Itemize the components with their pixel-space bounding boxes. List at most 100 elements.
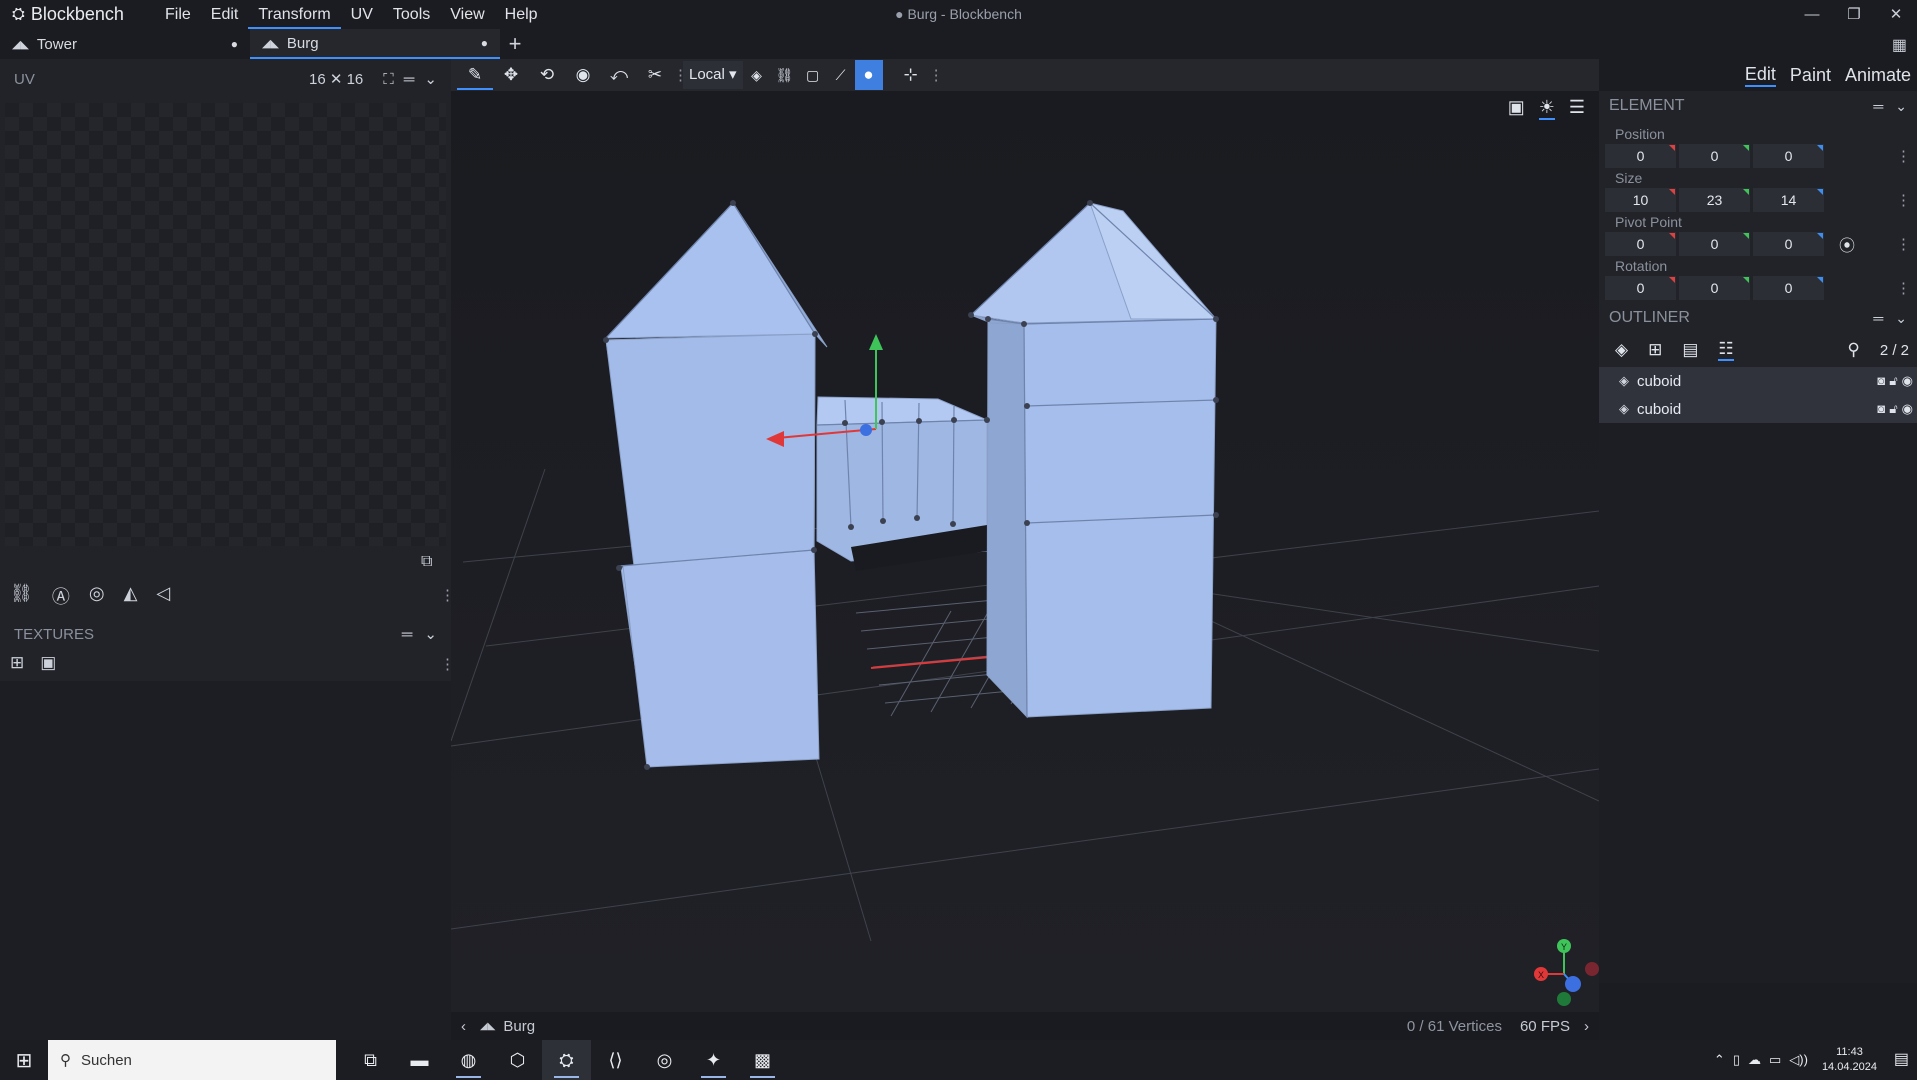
- screenshot-icon[interactable]: ▣: [1508, 97, 1525, 120]
- menu-help[interactable]: Help: [495, 0, 548, 29]
- chrome-icon[interactable]: ◍: [444, 1040, 493, 1080]
- add-cube-icon[interactable]: ⊞: [1648, 340, 1662, 360]
- search-icon[interactable]: ⚲: [1847, 340, 1859, 360]
- new-tab-button[interactable]: +: [500, 29, 530, 59]
- chevron-right-icon[interactable]: ›: [1584, 1018, 1589, 1035]
- axis-neg-x-handle[interactable]: [1585, 962, 1599, 976]
- outliner-item[interactable]: ◈ cuboid ◙ 🔓︎ ◉: [1599, 367, 1917, 395]
- notification-icon[interactable]: ▤: [1894, 1049, 1909, 1069]
- link-icon[interactable]: ⛓: [10, 583, 33, 609]
- position-z-input[interactable]: 0: [1753, 144, 1824, 168]
- panel-menu-icon[interactable]: ═: [402, 626, 413, 643]
- rotation-z-input[interactable]: 0: [1753, 276, 1824, 300]
- menu-edit[interactable]: Edit: [201, 0, 249, 29]
- position-y-input[interactable]: 0: [1679, 144, 1750, 168]
- device-icon[interactable]: ▯: [1733, 1052, 1740, 1068]
- mode-paint[interactable]: Paint: [1790, 65, 1831, 86]
- mode-animate[interactable]: Animate: [1845, 65, 1911, 86]
- size-y-input[interactable]: 23: [1679, 188, 1750, 212]
- face-mode-icon[interactable]: ▢: [799, 60, 827, 90]
- import-texture-icon[interactable]: ▣: [40, 653, 56, 673]
- blockbench-icon[interactable]: ⛭: [542, 1040, 591, 1080]
- steam-icon[interactable]: ◎: [640, 1040, 689, 1080]
- center-icon[interactable]: ⊹: [893, 60, 929, 90]
- vscode-icon[interactable]: ⟨⟩: [591, 1040, 640, 1080]
- panel-menu-icon[interactable]: ═: [1873, 310, 1883, 326]
- camera-icon[interactable]: ◙: [1877, 373, 1885, 389]
- game-launcher-icon[interactable]: ▩: [738, 1040, 787, 1080]
- toggle-options-icon[interactable]: ☷: [1718, 339, 1734, 361]
- volume-icon[interactable]: ◁)): [1789, 1052, 1808, 1068]
- chevron-down-icon[interactable]: ⌄: [1895, 98, 1907, 115]
- center-pivot-icon[interactable]: ⦿: [1839, 232, 1855, 256]
- size-z-input[interactable]: 14: [1753, 188, 1824, 212]
- menu-uv[interactable]: UV: [341, 0, 383, 29]
- app-logo[interactable]: ⛭ Blockbench: [0, 4, 155, 25]
- object-mode-icon[interactable]: ◈: [743, 60, 771, 90]
- axis-neg-y-handle[interactable]: [1557, 992, 1571, 1006]
- rotate-icon[interactable]: ⟲: [529, 60, 565, 90]
- vertex-snap-icon[interactable]: ⤺: [601, 60, 637, 90]
- pivot-x-input[interactable]: 0: [1605, 232, 1676, 256]
- panel-menu-icon[interactable]: ═: [1873, 98, 1883, 114]
- add-mesh-icon[interactable]: ◈: [1615, 340, 1628, 360]
- lighting-icon[interactable]: ☀: [1538, 97, 1555, 120]
- more-options-icon[interactable]: ⋮: [1896, 147, 1911, 165]
- camera-icon[interactable]: ◙: [1877, 401, 1885, 417]
- size-x-input[interactable]: 10: [1605, 188, 1676, 212]
- chevron-down-icon[interactable]: ⌄: [1895, 310, 1907, 327]
- tab-burg[interactable]: ◢◣ Burg ●: [250, 29, 500, 59]
- scissors-icon[interactable]: ✂: [637, 60, 673, 90]
- game-icon[interactable]: ✦: [689, 1040, 738, 1080]
- menu-file[interactable]: File: [155, 0, 201, 29]
- axis-z-handle[interactable]: [1565, 976, 1581, 992]
- 3d-viewport[interactable]: Y X ▣ ☀ ☰: [451, 91, 1599, 1012]
- rotation-y-input[interactable]: 0: [1679, 276, 1750, 300]
- mirror-y-icon[interactable]: ◁: [156, 583, 170, 609]
- eye-icon[interactable]: ◉: [1902, 373, 1913, 389]
- chevron-left-icon[interactable]: ‹: [461, 1018, 466, 1035]
- more-options-icon[interactable]: ⋮: [1896, 235, 1911, 253]
- panels-grid-icon[interactable]: ▦: [1892, 35, 1907, 55]
- pivot-icon[interactable]: ◉: [565, 60, 601, 90]
- mirror-x-icon[interactable]: ◭: [124, 583, 138, 609]
- chevron-up-icon[interactable]: ⌃: [1714, 1052, 1725, 1068]
- lock-icon[interactable]: 🔓︎: [1889, 401, 1897, 417]
- link-mode-icon[interactable]: ⛓: [771, 60, 799, 90]
- unity-icon[interactable]: ⬡: [493, 1040, 542, 1080]
- lock-icon[interactable]: 🔓︎: [1889, 373, 1897, 389]
- unsaved-dot[interactable]: ●: [231, 37, 238, 51]
- chevron-down-icon[interactable]: ⌄: [424, 625, 437, 643]
- menu-tools[interactable]: Tools: [383, 0, 440, 29]
- vertex-mode-icon[interactable]: ●: [854, 60, 883, 90]
- more-options-icon[interactable]: ⋮: [1896, 279, 1911, 297]
- close-button[interactable]: ✕: [1875, 0, 1917, 29]
- transform-space-select[interactable]: Local ▾: [683, 61, 743, 89]
- file-explorer-icon[interactable]: ▬: [395, 1040, 444, 1080]
- add-texture-icon[interactable]: ⊞: [10, 653, 24, 673]
- focus-icon[interactable]: ◎: [89, 583, 105, 609]
- windows-start-icon[interactable]: ⊞: [0, 1048, 48, 1073]
- rotation-x-input[interactable]: 0: [1605, 276, 1676, 300]
- uv-copy-paste-icon[interactable]: ⧉: [421, 553, 432, 571]
- position-x-input[interactable]: 0: [1605, 144, 1676, 168]
- eye-icon[interactable]: ◉: [1902, 401, 1913, 417]
- mode-edit[interactable]: Edit: [1744, 64, 1776, 87]
- uv-editor-canvas[interactable]: [5, 103, 446, 546]
- auto-uv-icon[interactable]: Ⓐ: [52, 583, 70, 609]
- outliner-item[interactable]: ◈ cuboid ◙ 🔓︎ ◉: [1599, 395, 1917, 423]
- edge-mode-icon[interactable]: ⟋: [827, 60, 855, 90]
- menu-transform[interactable]: Transform: [248, 0, 341, 29]
- task-view-icon[interactable]: ⧉: [346, 1040, 395, 1080]
- add-group-icon[interactable]: ▤: [1682, 340, 1698, 360]
- taskbar-search[interactable]: ⚲ Suchen: [48, 1040, 336, 1080]
- viewport-menu-icon[interactable]: ☰: [1569, 97, 1585, 120]
- move-tool-icon[interactable]: ✎: [457, 60, 493, 90]
- more-options-icon[interactable]: ⋮: [1896, 191, 1911, 209]
- tab-tower[interactable]: ◢◣ Tower ●: [0, 29, 250, 59]
- fullscreen-icon[interactable]: ⛶: [383, 71, 394, 88]
- panel-menu-icon[interactable]: ═: [404, 71, 415, 88]
- clock[interactable]: 11:43 14.04.2024: [1822, 1045, 1877, 1075]
- translate-icon[interactable]: ✥: [493, 60, 529, 90]
- minimize-button[interactable]: —: [1791, 0, 1833, 29]
